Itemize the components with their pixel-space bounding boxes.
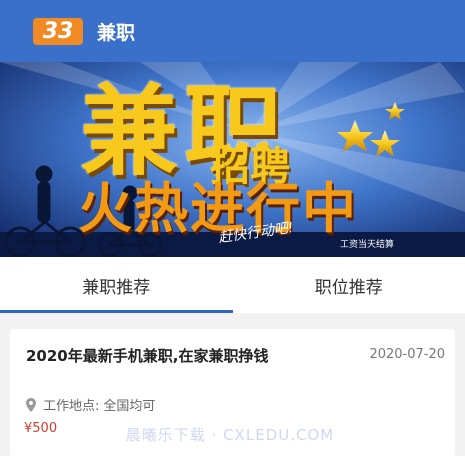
tab-position-recommend[interactable]: 职位推荐 bbox=[233, 257, 465, 313]
app-logo: 33 bbox=[33, 17, 83, 45]
job-salary: ¥500 bbox=[24, 421, 58, 436]
tab-label: 职位推荐 bbox=[314, 277, 383, 298]
promo-banner[interactable]: 兼职 招聘 火热进行中 赶快行动吧! 工资当天结算 bbox=[0, 62, 465, 257]
app-header: 33 兼职 bbox=[0, 0, 465, 62]
tab-parttime-recommend[interactable]: 兼职推荐 bbox=[0, 257, 233, 313]
location-label: 工作地点: bbox=[43, 399, 100, 414]
job-date: 2020-07-20 bbox=[369, 347, 445, 362]
location-value: 全国均可 bbox=[103, 399, 156, 414]
watermark: 晨曦乐下载 · CXLEDU.COM bbox=[125, 426, 335, 444]
job-title: 2020年最新手机兼职,在家兼职挣钱 bbox=[26, 347, 269, 365]
tab-bar: 兼职推荐 职位推荐 bbox=[0, 257, 465, 313]
banner-corner-text: 工资当天结算 bbox=[340, 240, 395, 250]
job-location-row: 工作地点: 全国均可 bbox=[26, 395, 155, 414]
location-pin-icon bbox=[26, 397, 36, 412]
header-title: 兼职 bbox=[97, 21, 136, 44]
tab-label: 兼职推荐 bbox=[82, 277, 151, 298]
